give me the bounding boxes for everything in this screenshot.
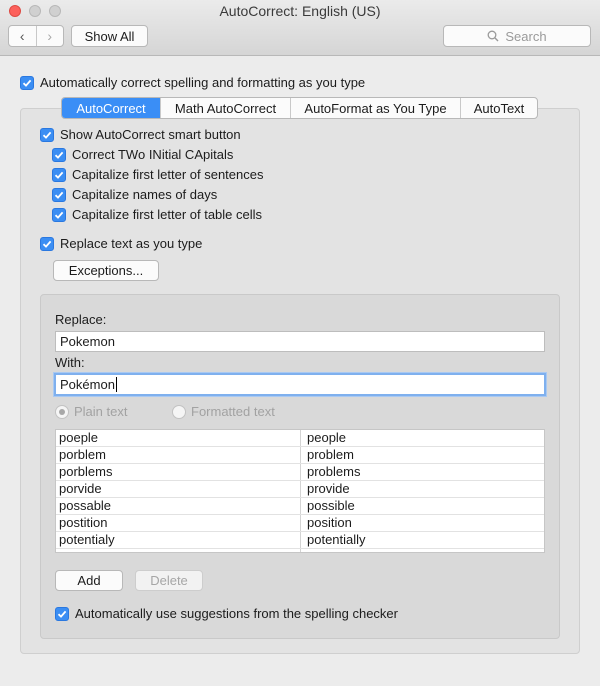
checkbox-checked-icon [20, 75, 34, 90]
text-caret [115, 377, 117, 392]
table-row[interactable]: possable possible [56, 498, 544, 515]
navigation-buttons: ‹ › [8, 25, 64, 47]
table-row[interactable]: postition position [56, 515, 544, 532]
correct-two-initial-capitals-checkbox[interactable]: Correct TWo INitial CApitals [52, 147, 233, 162]
with-cell [301, 549, 544, 552]
back-button[interactable]: ‹ [9, 26, 36, 46]
checkbox-checked-icon [55, 606, 69, 621]
radio-label: Plain text [74, 404, 128, 419]
use-spelling-suggestions-checkbox[interactable]: Automatically use suggestions from the s… [55, 606, 398, 621]
auto-correct-spelling-checkbox[interactable]: Automatically correct spelling and forma… [20, 75, 365, 90]
replace-cell: potentialy [56, 532, 301, 548]
table-row[interactable]: porvide provide [56, 481, 544, 498]
checkbox-checked-icon [52, 167, 66, 182]
table-row[interactable]: potentialy potentially [56, 532, 544, 549]
capitalize-table-cells-checkbox[interactable]: Capitalize first letter of table cells [52, 207, 262, 222]
tab-autocorrect[interactable]: AutoCorrect [62, 98, 160, 118]
exceptions-button[interactable]: Exceptions... [53, 260, 159, 281]
checkbox-checked-icon [52, 207, 66, 222]
forward-button[interactable]: › [35, 26, 64, 46]
chevron-right-icon: › [47, 28, 53, 44]
delete-button[interactable]: Delete [135, 570, 203, 591]
replace-cell: poeple [56, 430, 301, 446]
search-placeholder: Search [505, 28, 547, 44]
with-cell: people [307, 430, 347, 445]
chevron-left-icon: ‹ [19, 28, 25, 44]
with-label: With: [55, 355, 85, 370]
table-row[interactable]: poeple people [56, 430, 544, 447]
show-all-button[interactable]: Show All [71, 25, 148, 47]
checkbox-checked-icon [40, 236, 54, 251]
replace-cell: postition [56, 515, 301, 531]
search-field[interactable]: Search [443, 25, 591, 47]
checkbox-label: Capitalize names of days [72, 187, 218, 202]
with-cell: provide [307, 481, 350, 496]
with-cell: problem [307, 447, 354, 462]
replace-cell: porvide [56, 481, 301, 497]
checkbox-label: Capitalize first letter of table cells [72, 207, 263, 222]
tab-autotext[interactable]: AutoText [460, 98, 537, 118]
tab-math-autocorrect[interactable]: Math AutoCorrect [160, 98, 290, 118]
replace-label: Replace: [55, 312, 107, 327]
with-input-value: Pokémon [60, 377, 115, 392]
table-row[interactable]: porblems problems [56, 464, 544, 481]
with-input[interactable]: Pokémon [54, 373, 546, 396]
with-cell: problems [307, 464, 361, 479]
show-autocorrect-button-checkbox[interactable]: Show AutoCorrect smart button [40, 127, 241, 142]
window-toolbar: AutoCorrect: English (US) ‹ › Show All S… [0, 0, 600, 56]
tab-autoformat-as-you-type[interactable]: AutoFormat as You Type [290, 98, 460, 118]
table-row[interactable]: porblem problem [56, 447, 544, 464]
search-icon [487, 30, 499, 42]
add-button[interactable]: Add [55, 570, 123, 591]
replace-cell: porblems [56, 464, 301, 480]
radio-selected-icon [55, 404, 69, 419]
checkbox-label: Capitalize first letter of sentences [72, 167, 264, 182]
formatted-text-radio[interactable]: Formatted text [172, 404, 275, 419]
checkbox-checked-icon [52, 187, 66, 202]
checkbox-label: Show AutoCorrect smart button [60, 127, 241, 142]
checkbox-label: Correct TWo INitial CApitals [72, 147, 234, 162]
replace-cell: possable [56, 498, 301, 514]
replace-input[interactable]: Pokemon [55, 331, 545, 352]
checkbox-label: Replace text as you type [60, 236, 203, 251]
tab-bar: AutoCorrect Math AutoCorrect AutoFormat … [61, 97, 538, 119]
table-row-partial[interactable] [56, 549, 544, 552]
with-cell: potentially [307, 532, 366, 547]
checkbox-checked-icon [52, 147, 66, 162]
window-title: AutoCorrect: English (US) [219, 3, 381, 19]
replace-input-value: Pokemon [60, 334, 115, 349]
with-cell: position [307, 515, 352, 530]
with-cell: possible [307, 498, 355, 513]
checkbox-label: Automatically correct spelling and forma… [40, 75, 366, 90]
replace-text-as-you-type-checkbox[interactable]: Replace text as you type [40, 236, 202, 251]
radio-label: Formatted text [191, 404, 275, 419]
plain-text-radio[interactable]: Plain text [55, 404, 127, 419]
replace-cell [56, 549, 301, 552]
capitalize-names-of-days-checkbox[interactable]: Capitalize names of days [52, 187, 217, 202]
capitalize-first-letter-sentences-checkbox[interactable]: Capitalize first letter of sentences [52, 167, 263, 182]
radio-unselected-icon [172, 404, 186, 419]
autocorrect-entries-table[interactable]: poeple people porblem problem porblems p… [55, 429, 545, 553]
replace-cell: porblem [56, 447, 301, 463]
checkbox-label: Automatically use suggestions from the s… [75, 606, 398, 621]
checkbox-checked-icon [40, 127, 54, 142]
